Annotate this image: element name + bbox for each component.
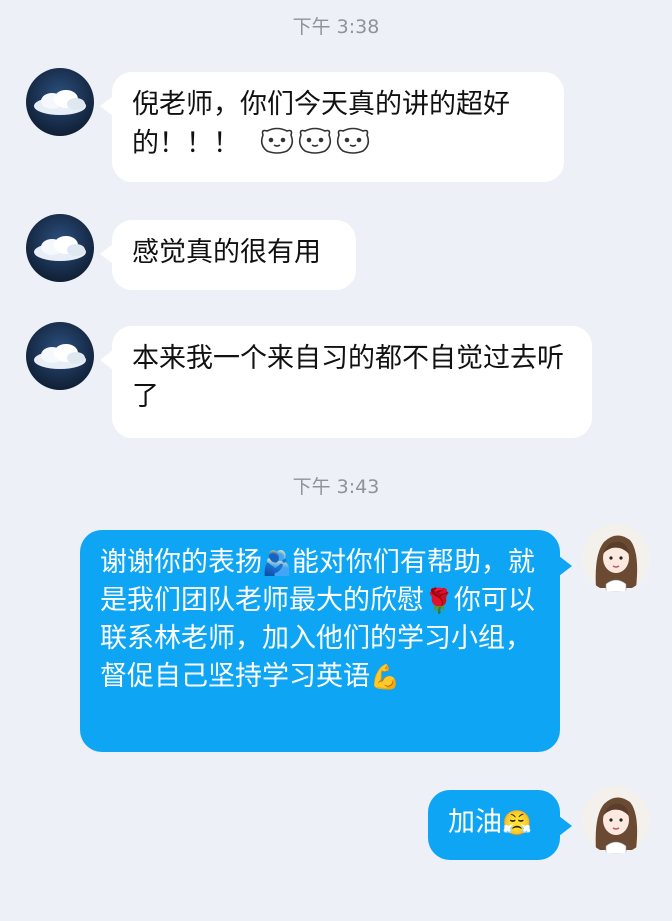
person-hug-icon: 🫂 [262,549,292,577]
message-text: 本来我一个来自习的都不自觉过去听了 [132,343,564,412]
message-text: 加油 [448,807,502,838]
message-text: 感觉真的很有用 [132,237,321,268]
contact-avatar[interactable] [26,68,94,136]
message-bubble-incoming[interactable]: 倪老师，你们今天真的讲的超好的！！！ [100,72,564,182]
determined-face-headband-icon: 😤 [502,809,532,837]
cloud-icon [26,322,94,390]
timestamp: 下午 3:38 [292,16,380,38]
contact-avatar[interactable] [26,214,94,282]
my-avatar[interactable] [582,786,650,854]
message-bubble-outgoing[interactable]: 加油😤 [428,790,572,860]
flexed-biceps-icon: 💪 [370,663,400,691]
bear-face-icon [257,124,373,165]
message-bubble-outgoing[interactable]: 谢谢你的表扬🫂能对你们有帮助，就是我们团队老师最大的欣慰🌹你可以联系林老师，加入… [80,530,572,752]
cloud-icon [26,214,94,282]
contact-avatar[interactable] [26,322,94,390]
message-bubble-incoming[interactable]: 本来我一个来自习的都不自觉过去听了 [100,326,592,438]
message-bubble-incoming[interactable]: 感觉真的很有用 [100,220,356,290]
message-text: 谢谢你的表扬 [100,547,262,578]
girl-portrait-icon [582,524,650,592]
rose-icon: 🌹 [424,587,454,615]
girl-portrait-icon [582,786,650,854]
timestamp: 下午 3:43 [292,476,380,498]
cloud-icon [26,68,94,136]
my-avatar[interactable] [582,524,650,592]
